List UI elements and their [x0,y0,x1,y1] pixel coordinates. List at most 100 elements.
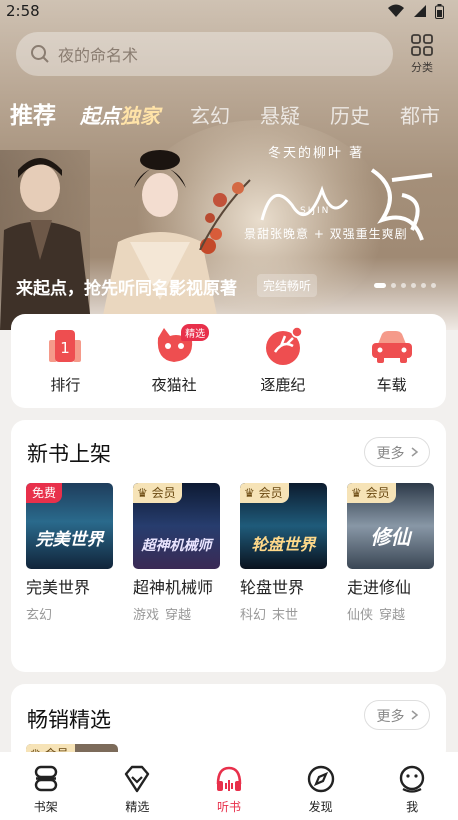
headphones-icon [216,766,242,791]
tab-recommend[interactable]: 推荐 [10,96,56,130]
quick-car-label: 车载 [376,376,407,394]
free-badge: 免费 [26,483,63,503]
book-title: 完美世界 [26,578,91,597]
wifi-icon [388,4,404,17]
book-tags: 仙侠 穿越 [347,604,434,623]
book-tag: 穿越 [165,608,192,623]
vip-badge: ♛ 会员 [347,483,396,503]
category-label: 分类 [411,61,433,74]
nav-audiobooks[interactable]: 听书 [199,764,259,815]
nav-bookshelf-label: 书架 [33,800,58,814]
book-tag: 仙侠 [347,608,374,623]
banner-title-pinyin: SIJIN [300,206,331,216]
quick-night-cat-label: 夜猫社 [151,376,197,394]
battery-icon [435,3,444,19]
tab-suspense[interactable]: 悬疑 [260,100,300,129]
pager-dot [401,283,406,288]
banner-author: 冬天的柳叶 著 [268,146,365,161]
new-books-more-button[interactable]: 更多 [363,437,430,467]
book-item[interactable]: 免费 完美世界 完美世界 玄幻 [26,483,113,623]
vip-badge-label: 会员 [365,486,390,500]
book-tags: 游戏 穿越 [133,604,220,623]
cover-title: 轮盘世界 [251,535,316,554]
status-icons [387,3,444,19]
tab-qidian-label: 起点 [80,104,120,128]
book-item[interactable]: ♛ 会员 超神机械师 超神机械师 游戏 穿越 [133,483,220,623]
status-time: 2:58 [6,2,40,20]
nav-discover-label: 发现 [308,800,333,814]
book-title: 走进修仙 [347,578,412,597]
grid-icon [411,34,433,56]
search-input[interactable]: 夜的命名术 [16,32,393,76]
tab-qidian-exclusive[interactable]: 起点独家 [80,100,160,129]
nav-profile-label: 我 [406,800,419,814]
quick-rank[interactable]: 1 排行 [20,326,110,408]
vip-badge: ♛ 会员 [240,483,289,503]
tab-exclusive-label: 独家 [120,104,160,128]
rank-icon: 1 [49,330,82,362]
diamond-icon [125,765,150,793]
signal-icon [414,5,426,17]
nav-audiobooks-label: 听书 [216,800,241,814]
book-cover: 免费 完美世界 [26,483,113,569]
profile-icon [399,765,425,793]
tab-fantasy[interactable]: 玄幻 [190,100,230,129]
banner-actor-figure [0,158,92,330]
bestsellers-title: 畅销精选 [27,708,111,732]
nav-profile[interactable]: 我 [382,764,442,815]
cover-title: 完美世界 [35,530,104,550]
tab-history[interactable]: 历史 [330,100,370,129]
search-placeholder: 夜的命名术 [58,46,139,65]
status-bar: 2:58 [0,0,458,22]
banner-slogan: 景甜张晚意 + 双强重生爽剧 [244,227,408,241]
category-button[interactable]: 分类 [402,34,442,78]
cover-title: 超神机械师 [141,538,212,554]
bookshelf-icon [34,765,57,792]
banner-tag: 完结畅听 [257,274,318,297]
vip-badge-label: 会员 [258,486,283,500]
book-tag: 穿越 [379,608,406,623]
vip-badge-label: 会员 [151,486,176,500]
nav-discover[interactable]: 发现 [291,764,351,815]
pager-dot [411,283,416,288]
book-cover: ♛ 会员 超神机械师 [133,483,220,569]
quick-night-cat-badge: 精选 [181,324,210,341]
book-tag: 游戏 [133,608,160,623]
quick-deer-label: 逐鹿纪 [260,376,306,394]
book-tags: 玄幻 [26,604,113,623]
cover-title: 修仙 [370,525,411,549]
pager-dot [431,283,436,288]
pager-dot-active [374,283,386,288]
book-title: 超神机械师 [133,578,214,597]
quick-entry-card: 1 排行 精选 夜猫社 逐鹿纪 车载 [11,314,446,408]
new-books-list: 免费 完美世界 完美世界 玄幻 ♛ 会员 超神机械师 超神机械师 游戏 穿越 ♛ … [26,483,434,623]
chevron-right-icon [411,447,419,457]
book-tags: 科幻 末世 [240,604,327,623]
bottom-nav: 书架 精选 听书 发现 我 [0,752,458,820]
quick-night-cat[interactable]: 精选 夜猫社 [129,324,219,408]
pager-dot [421,283,426,288]
tab-urban[interactable]: 都市 [400,100,440,129]
quick-rank-label: 排行 [50,376,81,394]
quick-car[interactable]: 车载 [347,326,437,408]
nav-featured-label: 精选 [125,800,150,814]
book-item[interactable]: ♛ 会员 轮盘世界 轮盘世界 科幻 末世 [240,483,327,623]
more-label: 更多 [376,709,405,725]
book-tag: 末世 [272,608,299,623]
book-tag: 科幻 [240,608,267,623]
book-title: 轮盘世界 [240,578,305,597]
bestsellers-more-button[interactable]: 更多 [363,700,430,730]
vip-badge: ♛ 会员 [133,483,182,503]
nav-featured[interactable]: 精选 [107,764,167,815]
nav-bookshelf[interactable]: 书架 [16,764,76,815]
quick-deer[interactable]: 逐鹿纪 [238,326,328,408]
new-books-title: 新书上架 [27,442,111,466]
banner-pager [374,283,436,288]
svg-text:1: 1 [61,339,71,357]
compass-icon [307,765,334,793]
book-tag: 玄幻 [26,608,53,623]
more-label: 更多 [376,446,405,462]
new-books-section: 新书上架 更多 免费 完美世界 完美世界 玄幻 ♛ 会员 超神机械师 超神机械师… [11,420,446,672]
book-item[interactable]: ♛ 会员 修仙 走进修仙 仙侠 穿越 [347,483,434,623]
channel-tabs: 推荐 起点独家 玄幻 悬疑 历史 都市 [10,96,458,129]
